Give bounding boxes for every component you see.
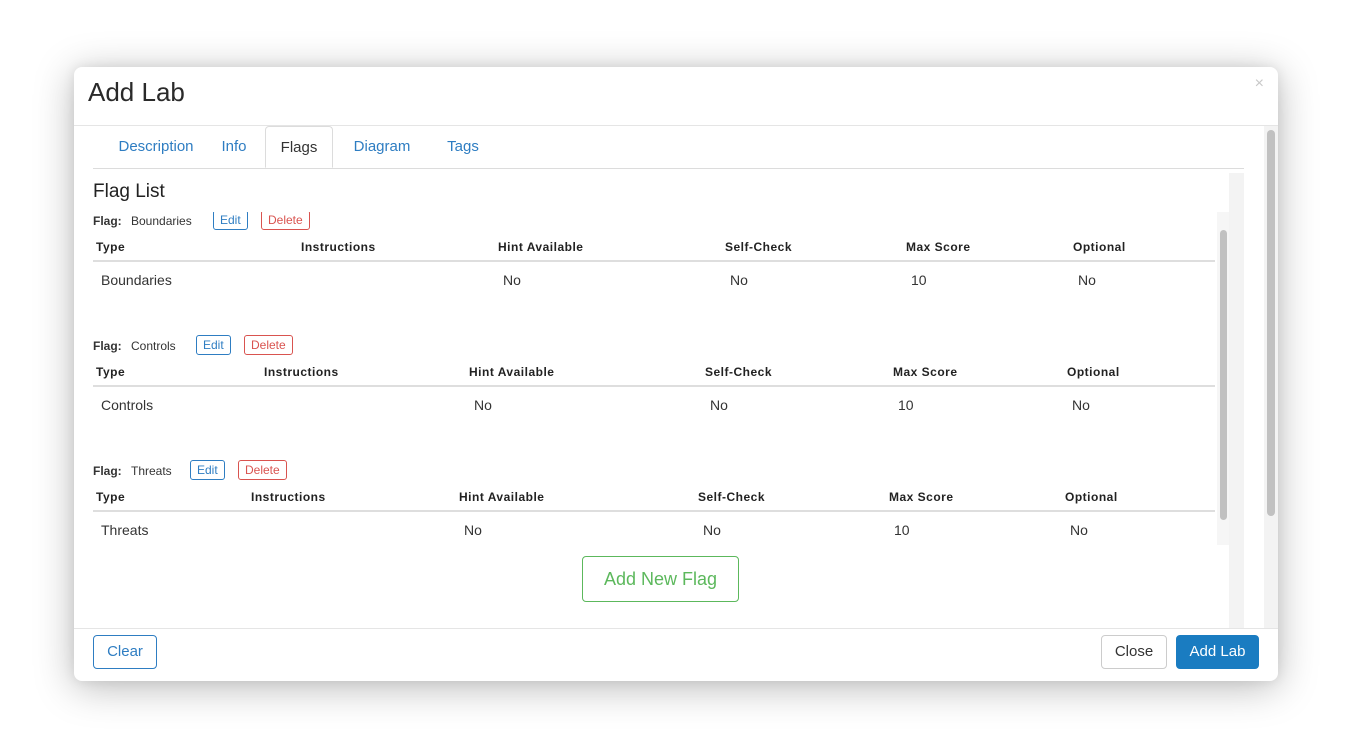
flag-hint-cell: No [464, 522, 482, 538]
column-header: Optional [1065, 490, 1118, 504]
column-header: Optional [1067, 365, 1120, 379]
modal-body: Description Info Flags Diagram Tags Flag… [74, 126, 1278, 629]
add-lab-modal: Add Lab × Description Info Flags Diagram… [74, 67, 1278, 681]
clear-button[interactable]: Clear [93, 635, 157, 669]
flag-max-score-cell: 10 [894, 522, 910, 538]
column-header: Optional [1073, 240, 1126, 254]
close-icon[interactable]: × [1255, 75, 1264, 93]
edit-flag-button[interactable]: Edit [196, 335, 231, 355]
flag-self-check-cell: No [710, 397, 728, 413]
tab-flags[interactable]: Flags [265, 126, 333, 168]
column-header: Max Score [906, 240, 971, 254]
flag-list-scrollbar[interactable] [1217, 212, 1229, 545]
column-header: Self-Check [698, 490, 766, 504]
column-header: Type [96, 365, 126, 379]
column-header: Type [96, 490, 126, 504]
flag-optional-cell: No [1070, 522, 1088, 538]
flag-max-score-cell: 10 [911, 272, 927, 288]
delete-flag-button[interactable]: Delete [238, 460, 287, 480]
add-new-flag-button[interactable]: Add New Flag [582, 556, 739, 602]
close-button[interactable]: Close [1101, 635, 1167, 669]
flag-item: Flag: Controls Edit Delete Type Instruct… [93, 335, 1215, 435]
flag-name: Boundaries [131, 214, 192, 228]
column-header: Self-Check [705, 365, 773, 379]
flag-label: Flag: [93, 464, 122, 478]
flag-optional-cell: No [1078, 272, 1096, 288]
column-header: Instructions [264, 365, 339, 379]
add-lab-button[interactable]: Add Lab [1176, 635, 1259, 669]
flag-name: Controls [131, 339, 176, 353]
delete-flag-button[interactable]: Delete [244, 335, 293, 355]
tab-diagram[interactable]: Diagram [349, 126, 415, 168]
modal-footer: Clear Close Add Lab [74, 628, 1278, 681]
flag-type-cell: Boundaries [101, 272, 172, 288]
flag-label: Flag: [93, 214, 122, 228]
column-header: Type [96, 240, 126, 254]
flag-self-check-cell: No [703, 522, 721, 538]
modal-scrollbar-thumb[interactable] [1267, 130, 1275, 516]
modal-title: Add Lab [88, 77, 185, 107]
flag-item: Flag: Threats Edit Delete Type Instructi… [93, 460, 1215, 545]
flag-list-title: Flag List [93, 181, 165, 202]
modal-header: Add Lab × [74, 67, 1278, 126]
flag-name: Threats [131, 464, 172, 478]
flag-list-scrollbar-thumb[interactable] [1220, 230, 1227, 520]
flag-table-header: Type Instructions Hint Available Self-Ch… [93, 361, 1215, 387]
modal-scrollbar[interactable] [1264, 126, 1278, 629]
flag-type-cell: Threats [101, 522, 149, 538]
flag-table-header: Type Instructions Hint Available Self-Ch… [93, 236, 1215, 262]
flag-hint-cell: No [474, 397, 492, 413]
column-header: Instructions [301, 240, 376, 254]
column-header: Hint Available [459, 490, 545, 504]
flags-tab-content: Flag List Flag: Boundaries Edit Delete T… [93, 169, 1244, 629]
edit-flag-button[interactable]: Edit [190, 460, 225, 480]
flag-optional-cell: No [1072, 397, 1090, 413]
column-header: Hint Available [498, 240, 584, 254]
tab-info[interactable]: Info [219, 126, 249, 168]
flag-item: Flag: Boundaries Edit Delete Type Instru… [93, 212, 1215, 310]
delete-flag-button[interactable]: Delete [261, 212, 310, 230]
tab-tags[interactable]: Tags [443, 126, 483, 168]
tab-description[interactable]: Description [109, 126, 203, 168]
column-header: Hint Available [469, 365, 555, 379]
column-header: Max Score [893, 365, 958, 379]
column-header: Self-Check [725, 240, 793, 254]
content-scrollbar[interactable] [1229, 173, 1244, 629]
edit-flag-button[interactable]: Edit [213, 212, 248, 230]
tab-bar: Description Info Flags Diagram Tags [93, 126, 1244, 169]
flag-list: Flag: Boundaries Edit Delete Type Instru… [93, 212, 1229, 545]
flag-type-cell: Controls [101, 397, 154, 413]
flag-hint-cell: No [503, 272, 521, 288]
column-header: Max Score [889, 490, 954, 504]
flag-self-check-cell: No [730, 272, 748, 288]
flag-table-header: Type Instructions Hint Available Self-Ch… [93, 486, 1215, 512]
flag-label: Flag: [93, 339, 122, 353]
column-header: Instructions [251, 490, 326, 504]
flag-max-score-cell: 10 [898, 397, 914, 413]
